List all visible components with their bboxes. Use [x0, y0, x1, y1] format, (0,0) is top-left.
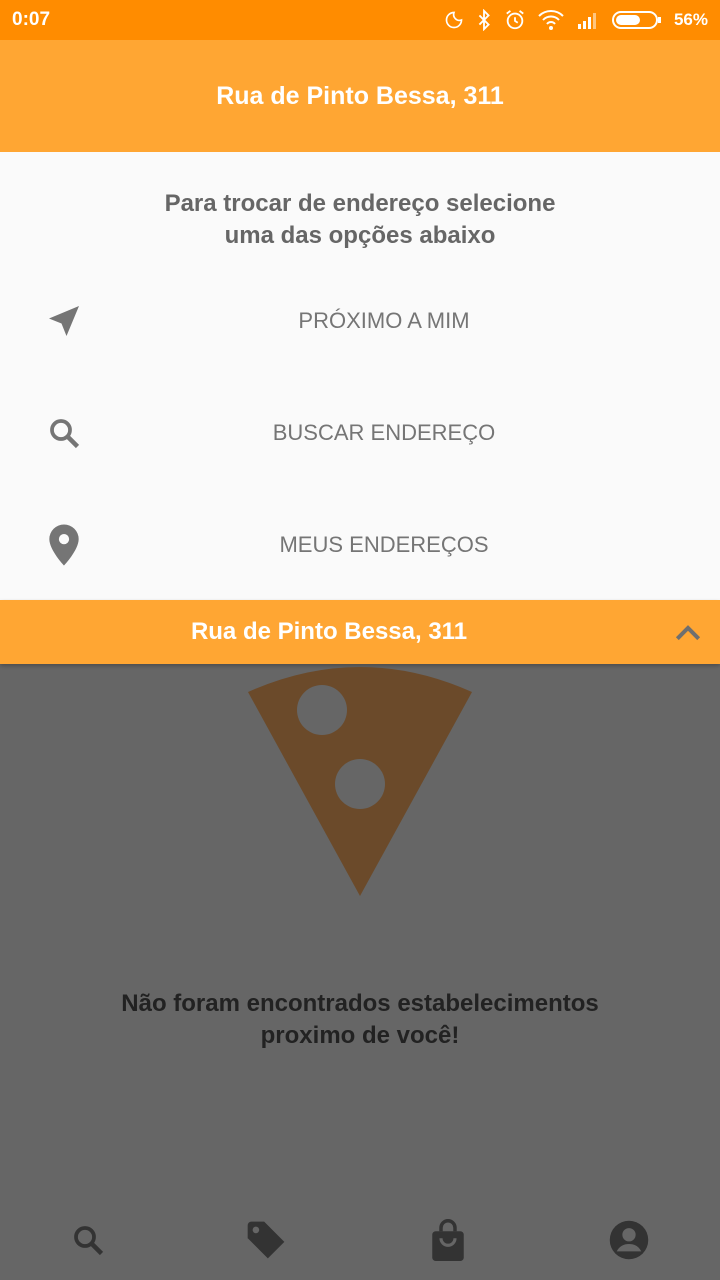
- pizza-slice-illustration: [248, 667, 472, 896]
- status-icons: 56%: [444, 9, 708, 31]
- search-icon: [74, 1226, 104, 1256]
- header-title: Rua de Pinto Bessa, 311: [216, 81, 504, 110]
- bluetooth-icon: [478, 9, 490, 31]
- shopping-bag-icon: [432, 1219, 464, 1261]
- battery-percent: 56%: [673, 10, 708, 29]
- option-my-addresses-label: MEUS ENDEREÇOS: [279, 532, 489, 557]
- address-bar[interactable]: Rua de Pinto Bessa, 311: [0, 600, 720, 664]
- status-bar: 0:07 56%: [0, 0, 720, 40]
- alarm-icon: [506, 10, 524, 30]
- panel-title-line1: Para trocar de endereço selecione: [164, 190, 556, 217]
- option-my-addresses[interactable]: MEUS ENDEREÇOS: [0, 489, 720, 601]
- signal-icon: [577, 13, 596, 29]
- option-search-address[interactable]: BUSCAR ENDEREÇO: [0, 377, 720, 489]
- account-icon: [609, 1220, 649, 1260]
- app-header: Rua de Pinto Bessa, 311: [0, 40, 720, 152]
- empty-state-line1: Não foram encontrados estabelecimentos: [121, 990, 599, 1017]
- tag-icon: [247, 1221, 285, 1259]
- nav-search[interactable]: [64, 1216, 112, 1264]
- nav-offers[interactable]: [242, 1216, 290, 1264]
- option-near-me-label: PRÓXIMO A MIM: [298, 308, 470, 333]
- panel-title: Para trocar de endereço selecione uma da…: [0, 188, 720, 252]
- nav-account[interactable]: [605, 1216, 653, 1264]
- address-bar-text: Rua de Pinto Bessa, 311: [190, 618, 468, 645]
- nav-bag[interactable]: [424, 1216, 472, 1264]
- empty-state-line2: proximo de você!: [260, 1022, 460, 1049]
- option-near-me[interactable]: PRÓXIMO A MIM: [0, 265, 720, 377]
- moon-icon: [445, 11, 463, 29]
- panel-title-line2: uma das opções abaixo: [224, 222, 496, 249]
- address-options-panel: Para trocar de endereço selecione uma da…: [0, 152, 720, 600]
- empty-state-message: Não foram encontrados estabelecimentos p…: [0, 988, 720, 1052]
- bottom-navigation: [0, 1200, 720, 1280]
- chevron-up-icon[interactable]: [672, 616, 704, 648]
- battery-icon: [611, 11, 661, 29]
- status-time: 0:07: [12, 9, 51, 30]
- option-search-address-label: BUSCAR ENDEREÇO: [272, 420, 496, 445]
- wifi-icon: [538, 10, 564, 30]
